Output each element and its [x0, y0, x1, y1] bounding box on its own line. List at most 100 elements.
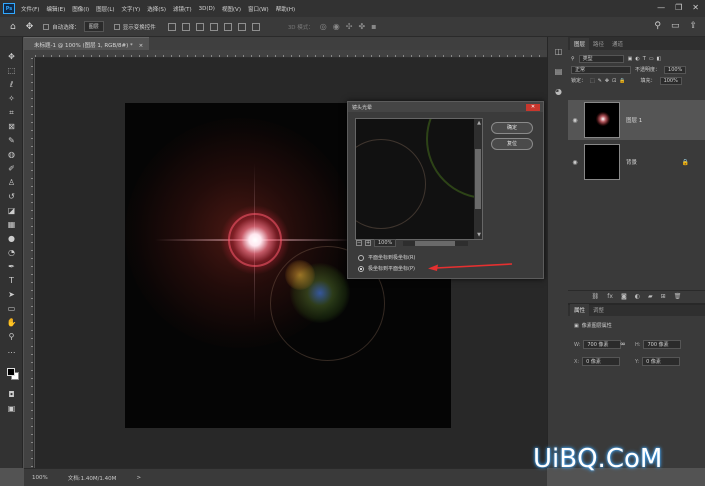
edit-toolbar-icon[interactable]: ⋯	[5, 347, 18, 358]
layer-row[interactable]: ◉ 背景 🔒	[568, 142, 705, 182]
kind-filter-select[interactable]: 类型	[578, 54, 624, 63]
menu-edit[interactable]: 编辑(E)	[46, 5, 65, 13]
ok-button[interactable]: 确定	[491, 122, 533, 134]
path-select-icon[interactable]: ➤	[5, 289, 18, 300]
close-icon[interactable]: ✕	[692, 3, 699, 12]
pen-tool-icon[interactable]: ✒	[5, 261, 18, 272]
blend-mode-select[interactable]: 正常	[571, 65, 631, 74]
lock-icons[interactable]: ⬚✎✥⊡🔒	[590, 78, 629, 84]
crop-tool-icon[interactable]: ⌗	[5, 107, 18, 118]
hand-tool-icon[interactable]: ✋	[5, 317, 18, 328]
group-icon[interactable]: ▰	[648, 293, 653, 300]
stamp-tool-icon[interactable]: ♙	[5, 177, 18, 188]
auto-select-checkbox[interactable]	[43, 23, 50, 30]
preview-scrollbar[interactable]	[474, 119, 482, 239]
tab-paths[interactable]: 路径	[589, 38, 608, 50]
frame-tool-icon[interactable]: ⊠	[5, 121, 18, 132]
menu-image[interactable]: 图像(I)	[72, 5, 89, 13]
search-icon[interactable]: ⚲	[654, 21, 661, 31]
link-icon[interactable]: ⛓	[592, 293, 600, 300]
history-brush-icon[interactable]: ↺	[5, 191, 18, 202]
preview-hscroll[interactable]	[403, 240, 469, 246]
home-icon[interactable]: ⌂	[10, 22, 16, 32]
dodge-tool-icon[interactable]: ◔	[5, 247, 18, 258]
zoom-out-button[interactable]: −	[356, 240, 362, 246]
trash-icon[interactable]: 🗑	[674, 293, 682, 300]
zoom-in-button[interactable]: +	[365, 240, 371, 246]
3d-scale-icon[interactable]: ▪	[371, 22, 376, 31]
minimize-icon[interactable]: —	[657, 3, 665, 12]
fill-field[interactable]: 100%	[659, 76, 682, 85]
color-icon[interactable]: ◕	[553, 87, 564, 98]
filter-icons[interactable]: ▣◐T▭◧	[628, 56, 665, 62]
properties-icon[interactable]: ▤	[553, 67, 564, 78]
eraser-icon[interactable]: ◪	[5, 205, 18, 216]
rectangle-tool-icon[interactable]: ▭	[5, 303, 18, 314]
align-top-icon[interactable]	[209, 22, 218, 31]
align-bottom-icon[interactable]	[237, 22, 246, 31]
align-center-icon[interactable]	[181, 22, 190, 31]
width-field[interactable]: 700 像素	[583, 340, 622, 349]
blur-tool-icon[interactable]: ●	[5, 233, 18, 244]
document-tab[interactable]: 未标题-1 @ 100% (图层 1, RGB/8#) * ×	[24, 37, 149, 50]
close-tab-icon[interactable]: ×	[139, 43, 144, 49]
option-polar-to-rect[interactable]: 极坐标到平面坐标(P)	[358, 265, 415, 272]
menu-layer[interactable]: 图层(L)	[96, 5, 114, 13]
reset-button[interactable]: 复位	[491, 138, 533, 150]
status-arrow-icon[interactable]: >	[136, 475, 141, 481]
show-transform-checkbox[interactable]	[113, 23, 120, 30]
menu-type[interactable]: 文字(Y)	[122, 5, 141, 13]
3d-pan-icon[interactable]: ✣	[346, 22, 353, 31]
3d-roll-icon[interactable]: ◉	[333, 22, 340, 31]
tab-adjustments[interactable]: 调整	[589, 304, 608, 316]
layer-name[interactable]: 图层 1	[626, 116, 642, 124]
option-rect-to-polar[interactable]: 平面坐标到极坐标(R)	[358, 254, 415, 261]
color-swatches[interactable]	[7, 368, 19, 380]
history-icon[interactable]: ◫	[553, 47, 564, 58]
eyedropper-icon[interactable]: ✎	[5, 135, 18, 146]
workspace-icon[interactable]: ▭	[671, 21, 680, 31]
quick-mask-icon[interactable]: ◘	[5, 389, 18, 400]
menu-view[interactable]: 视图(V)	[222, 5, 241, 13]
x-field[interactable]: 0 像素	[582, 357, 621, 366]
menu-filter[interactable]: 滤镜(T)	[173, 5, 192, 13]
align-middle-icon[interactable]	[223, 22, 232, 31]
radio-polar-to-rect[interactable]	[358, 265, 364, 272]
3d-slide-icon[interactable]: ✤	[358, 22, 365, 31]
screen-mode-icon[interactable]: ▣	[5, 403, 18, 414]
align-left-icon[interactable]	[167, 22, 176, 31]
magic-wand-icon[interactable]: ✧	[5, 93, 18, 104]
vertical-ruler[interactable]	[24, 58, 34, 468]
type-tool-icon[interactable]: T	[5, 275, 18, 286]
dialog-close-button[interactable]: ✕	[526, 104, 540, 111]
foreground-color[interactable]	[7, 368, 15, 376]
move-tool-icon[interactable]: ✥	[26, 22, 34, 32]
menu-window[interactable]: 窗口(W)	[248, 5, 269, 13]
menu-help[interactable]: 帮助(H)	[276, 5, 295, 13]
auto-select-dropdown[interactable]: 图层	[83, 21, 104, 32]
tab-channels[interactable]: 通道	[608, 38, 627, 50]
mask-icon[interactable]: ◙	[621, 293, 627, 300]
scroll-down-icon[interactable]: ▼	[477, 232, 481, 238]
brush-tool-icon[interactable]: ✐	[5, 163, 18, 174]
restore-icon[interactable]: ❐	[675, 3, 682, 12]
align-right-icon[interactable]	[195, 22, 204, 31]
link-icon[interactable]: ∞	[620, 340, 626, 348]
zoom-tool-icon[interactable]: ⚲	[5, 331, 18, 342]
menu-3d[interactable]: 3D(D)	[199, 6, 215, 12]
link-dimensions[interactable]: ∞	[620, 340, 626, 348]
height-field[interactable]: 700 像素	[643, 340, 682, 349]
adjustment-icon[interactable]: ◐	[635, 293, 640, 300]
share-icon[interactable]: ⇪	[689, 21, 697, 31]
eye-icon[interactable]: ◉	[568, 117, 582, 124]
tab-properties[interactable]: 属性	[570, 304, 590, 316]
horizontal-ruler[interactable]	[35, 50, 547, 58]
new-layer-icon[interactable]: ⊞	[661, 293, 666, 300]
radio-rect-to-polar[interactable]	[358, 254, 364, 261]
menu-select[interactable]: 选择(S)	[147, 5, 166, 13]
scroll-up-icon[interactable]: ▲	[477, 120, 481, 126]
gradient-icon[interactable]: ▦	[5, 219, 18, 230]
y-field[interactable]: 0 像素	[642, 357, 681, 366]
filter-preview[interactable]: ▲ ▼	[355, 118, 483, 240]
menu-file[interactable]: 文件(F)	[21, 5, 39, 13]
